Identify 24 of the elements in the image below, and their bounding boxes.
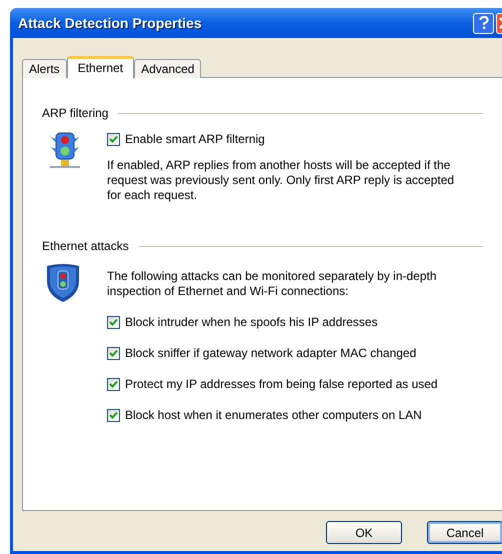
description-text: The following attacks can be monitored separately by in-depth inspection of Ethernet and Wi-Fi connections:: [107, 269, 438, 299]
checkbox[interactable]: [107, 408, 120, 422]
window-title: Attack Detection Properties: [18, 14, 203, 33]
description-text: If enabled, ARP replies from another hosts will be accepted if the request was previously sent only. Only first ARP reply is accepted for each request.: [107, 158, 456, 203]
checkbox-option[interactable]: Block intruder when he spoofs his IP addresses: [107, 313, 469, 331]
checkbox-option[interactable]: Block host when it enumerates other computers on LAN: [107, 406, 469, 424]
group-heading: ARP filtering: [42, 105, 108, 122]
dialog-button[interactable]: Cancel: [427, 521, 502, 544]
group-heading: Ethernet attacks: [42, 238, 129, 255]
dialog-button[interactable]: OK: [326, 521, 402, 544]
checkbox-option[interactable]: Enable smart ARP filternig: [107, 130, 469, 148]
help-button[interactable]: [473, 12, 494, 34]
tab[interactable]: Advanced: [134, 59, 202, 78]
traffic-light-icon: [48, 132, 82, 170]
checkbox[interactable]: [107, 346, 120, 360]
checkbox[interactable]: [107, 316, 120, 328]
checkbox[interactable]: [107, 132, 120, 146]
shield-icon: [45, 263, 81, 303]
tab[interactable]: Ethernet: [66, 56, 134, 79]
checkbox-option[interactable]: Protect my IP addresses from being false reported as used: [107, 375, 469, 393]
checkbox-option[interactable]: Block sniffer if gateway network adapter MAC changed: [107, 344, 469, 362]
tab[interactable]: Alerts: [22, 59, 67, 78]
help-icon: [478, 16, 488, 30]
checkbox[interactable]: [107, 378, 120, 390]
